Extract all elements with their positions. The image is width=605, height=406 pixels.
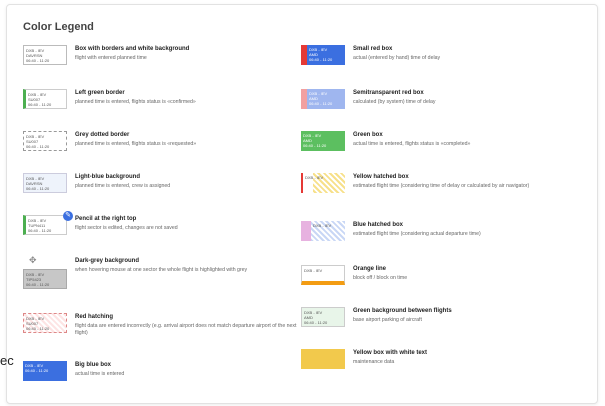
item-desc: actual (entered by hand) time of delay [353, 55, 441, 61]
swatch-red-hatching: DXB - IEV SU007 06:40 - 11:20 [23, 313, 67, 333]
legend-item-yellow-hatched: DXB - IEV Yellow hatched box estimated f… [301, 173, 591, 203]
item-label: Blue hatched box [353, 222, 404, 228]
swatch-green-box: DXB - IEV AMD 06:40 - 11:20 [301, 131, 345, 151]
item-label: Box with borders and white background [75, 46, 190, 52]
item-label: Dark-grey background [75, 258, 140, 264]
item-label: Semitransparent red box [353, 90, 424, 96]
swatch-big-blue: DXB - IEV 06:40 - 11:20 [23, 361, 67, 381]
swatch-pencil: DXB - IEV TUPN411 06:40 - 11:20 [23, 215, 67, 235]
swatch-green-bg: DXB - IEV AMD 06:40 - 11:20 [301, 307, 345, 327]
legend-title: Color Legend [23, 21, 94, 33]
item-label: Big blue box [75, 362, 111, 368]
swatch-yellow-hatched: DXB - IEV [301, 173, 345, 193]
legend-item-big-blue: DXB - IEV 06:40 - 11:20 Big blue box actu… [23, 361, 303, 391]
pencil-icon: ✎ [63, 211, 73, 221]
item-label: Left green border [75, 90, 125, 96]
legend-item-light-blue: DXB - IEV DAVRSN 06:40 - 11:20 Light-blue … [23, 173, 303, 203]
item-label: Yellow box with white text [353, 350, 428, 356]
legend-item-red-hatching: DXB - IEV SU007 06:40 - 11:20 Red hatching… [23, 313, 303, 343]
legend-item-white-box: DXB - IEV DAVRSN 06:40 - 11:20 Box with bo… [23, 45, 303, 75]
item-desc: flight data are entered incorrectly (e.g… [75, 323, 297, 336]
item-desc: block off / block on time [353, 275, 408, 281]
swatch-small-red: DXB - IEV AMD 06:40 - 11:20 [301, 45, 345, 65]
swatch-green-border: DXB - IEV SU007 06:40 - 11:20 [23, 89, 67, 109]
item-desc: planned time is entered, flights status … [75, 141, 197, 147]
swatch-orange-line: DXB - IEV [301, 265, 345, 285]
legend-item-dark-grey: ✥ DXB - IEV TIP5423 06:40 - 11:20 Dark-gre… [23, 255, 303, 289]
item-desc: calculated (by system) time of delay [353, 99, 436, 105]
item-desc: estimated flight time (considering actua… [353, 231, 481, 237]
item-desc: maintenance data [353, 359, 395, 365]
item-label: Pencil at the right top [75, 216, 137, 222]
swatch-grey-dotted: DXB - IEV SU007 06:40 - 11:20 [23, 131, 67, 151]
swatch-light-blue: DXB - IEV DAVRSN 06:40 - 11:20 [23, 173, 67, 193]
item-label: Green background between flights [353, 308, 452, 314]
item-desc: planned time is entered, crew is assigne… [75, 183, 171, 189]
swatch-semi-red: DXB - IEV AMD 06:40 - 11:20 [301, 89, 345, 109]
item-desc: when hovering mouse at one sector the wh… [75, 267, 248, 273]
item-label: Yellow hatched box [353, 174, 409, 180]
item-desc: estimated flight time (considering time … [353, 183, 530, 189]
legend-item-green-box: DXB - IEV AMD 06:40 - 11:20 Green box actu… [301, 131, 591, 161]
color-legend-panel: Color Legend DXB - IEV DAVRSN 06:40 - 11:2… [6, 4, 598, 404]
swatch-blue-hatched: DXB - IEV [301, 221, 345, 241]
move-cursor-icon: ✥ [29, 255, 37, 265]
item-label: Red hatching [75, 314, 114, 320]
legend-item-green-bg: DXB - IEV AMD 06:40 - 11:20 Green backgrou… [301, 307, 591, 337]
cut-off-text: ec [0, 353, 14, 368]
item-label: Green box [353, 132, 383, 138]
item-desc: flight with entered planned time [75, 55, 147, 61]
swatch-white-box: DXB - IEV DAVRSN 06:40 - 11:20 [23, 45, 67, 65]
legend-item-grey-dotted: DXB - IEV SU007 06:40 - 11:20 Grey dotted … [23, 131, 303, 161]
legend-item-green-border: DXB - IEV SU007 06:40 - 11:20 Left green b… [23, 89, 303, 119]
item-desc: flight sector is edited, changes are not… [75, 225, 178, 231]
item-label: Orange line [353, 266, 387, 272]
legend-item-blue-hatched: DXB - IEV Blue hatched box estimated fli… [301, 221, 591, 251]
item-label: Small red box [353, 46, 393, 52]
legend-item-pencil: DXB - IEV TUPN411 06:40 - 11:20 ✎ Pencil a… [23, 211, 303, 245]
legend-item-orange-line: DXB - IEV Orange line block off / block … [301, 265, 591, 295]
item-desc: planned time is entered, flights status … [75, 99, 196, 105]
item-desc: base airport parking of aircraft [353, 317, 422, 323]
swatch-yellow-box [301, 349, 345, 369]
legend-item-semi-red: DXB - IEV AMD 06:40 - 11:20 Semitransparen… [301, 89, 591, 119]
legend-item-yellow-box: Yellow box with white text maintenance d… [301, 349, 591, 379]
item-label: Grey dotted border [75, 132, 130, 138]
legend-item-small-red: DXB - IEV AMD 06:40 - 11:20 Small red box … [301, 45, 591, 75]
item-desc: actual time is entered, flights status i… [353, 141, 471, 147]
swatch-dark-grey: DXB - IEV TIP5423 06:40 - 11:20 [23, 269, 67, 289]
item-label: Light-blue background [75, 174, 140, 180]
item-desc: actual time is entered [75, 371, 125, 377]
